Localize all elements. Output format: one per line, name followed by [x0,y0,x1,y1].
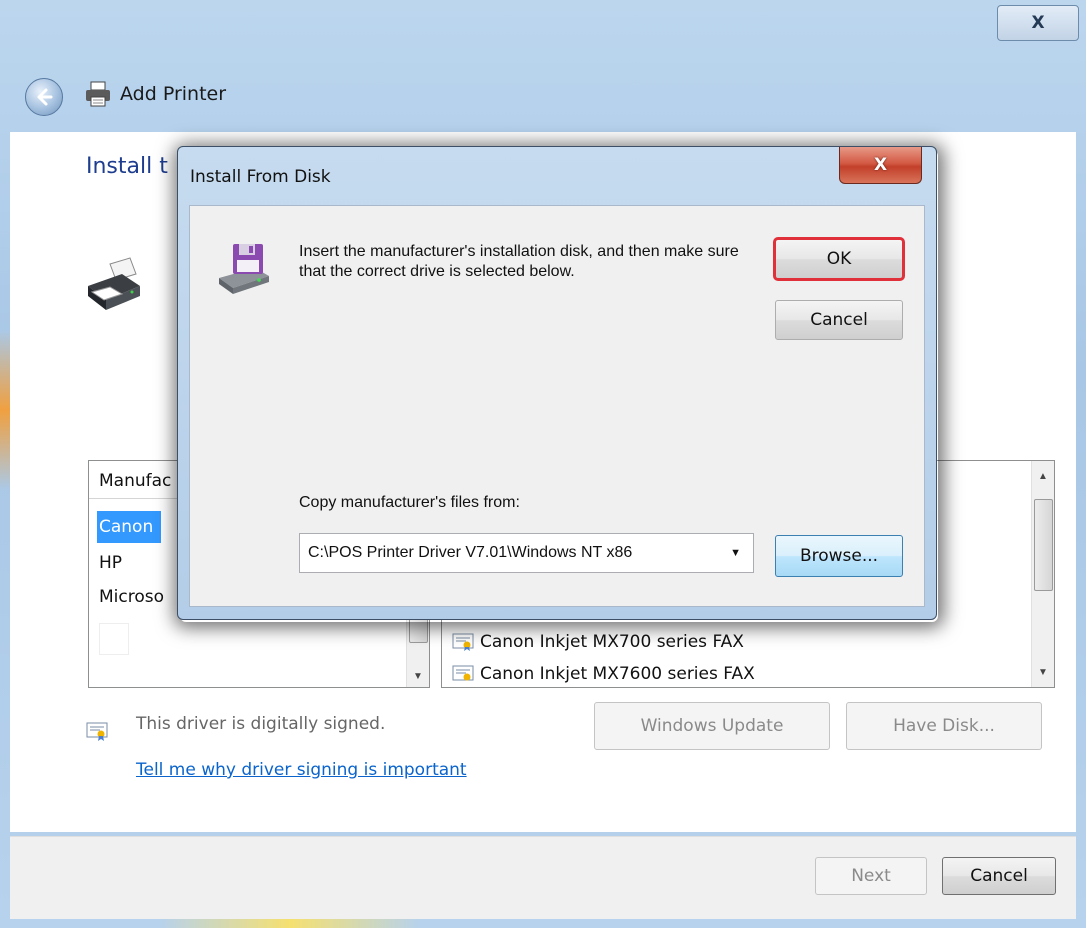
frame-glow [160,918,420,928]
dialog-message: Insert the manufacturer's installation d… [299,243,739,280]
frame-glow [0,330,10,490]
page-title: Install t [86,154,168,179]
windows-update-button[interactable]: Windows Update [594,702,830,750]
dialog-close-button[interactable]: X [839,147,922,184]
model-item[interactable]: Canon Inkjet MX700 series FAX [452,627,744,657]
manufacturer-item-canon[interactable]: Canon [97,511,162,543]
floppy-disk-icon [219,244,269,294]
source-path-value: C:\POS Printer Driver V7.01\Windows NT x… [308,544,633,561]
cancel-button[interactable]: Cancel [942,857,1056,895]
header-bar: Add Printer [12,60,1074,130]
ok-button[interactable]: OK [773,237,905,281]
dropdown-arrow-icon[interactable]: ▼ [730,547,741,559]
scroll-thumb[interactable] [1034,499,1053,591]
certificate-icon [86,722,108,741]
back-button[interactable] [25,78,63,116]
dialog-cancel-button[interactable]: Cancel [775,300,903,340]
copy-from-label: Copy manufacturer's files from: [299,494,520,511]
window-close-button[interactable]: X [997,5,1079,41]
list-placeholder [99,623,129,655]
scroll-down-arrow-icon[interactable]: ▼ [1032,661,1054,683]
printer-icon [88,257,140,310]
driver-signing-link[interactable]: Tell me why driver signing is important [136,760,467,780]
wizard-footer: Next Cancel [10,836,1076,919]
scroll-up-arrow-icon[interactable]: ▲ [1032,465,1054,487]
printer-icon [86,81,110,107]
source-path-combobox[interactable]: C:\POS Printer Driver V7.01\Windows NT x… [299,533,754,573]
signing-status: This driver is digitally signed. [136,714,386,734]
browse-button[interactable]: Browse... [775,535,903,577]
model-name: Canon Inkjet MX700 series FAX [480,632,744,652]
install-from-disk-dialog: Install From Disk X Insert the manufactu… [177,146,937,620]
window-title: Add Printer [120,83,227,105]
scroll-down-arrow-icon[interactable]: ▼ [407,665,429,687]
model-name: Canon Inkjet MX7600 series FAX [480,664,755,684]
dialog-body: Insert the manufacturer's installation d… [189,205,925,607]
back-arrow-icon [37,88,53,106]
dialog-title: Install From Disk [190,167,331,187]
certificate-icon [452,665,474,681]
next-button[interactable]: Next [815,857,927,895]
model-item[interactable]: Canon Inkjet MX7600 series FAX [452,659,755,687]
have-disk-button[interactable]: Have Disk... [846,702,1042,750]
model-scrollbar[interactable]: ▲ ▼ [1031,461,1054,687]
certificate-icon [452,633,474,651]
